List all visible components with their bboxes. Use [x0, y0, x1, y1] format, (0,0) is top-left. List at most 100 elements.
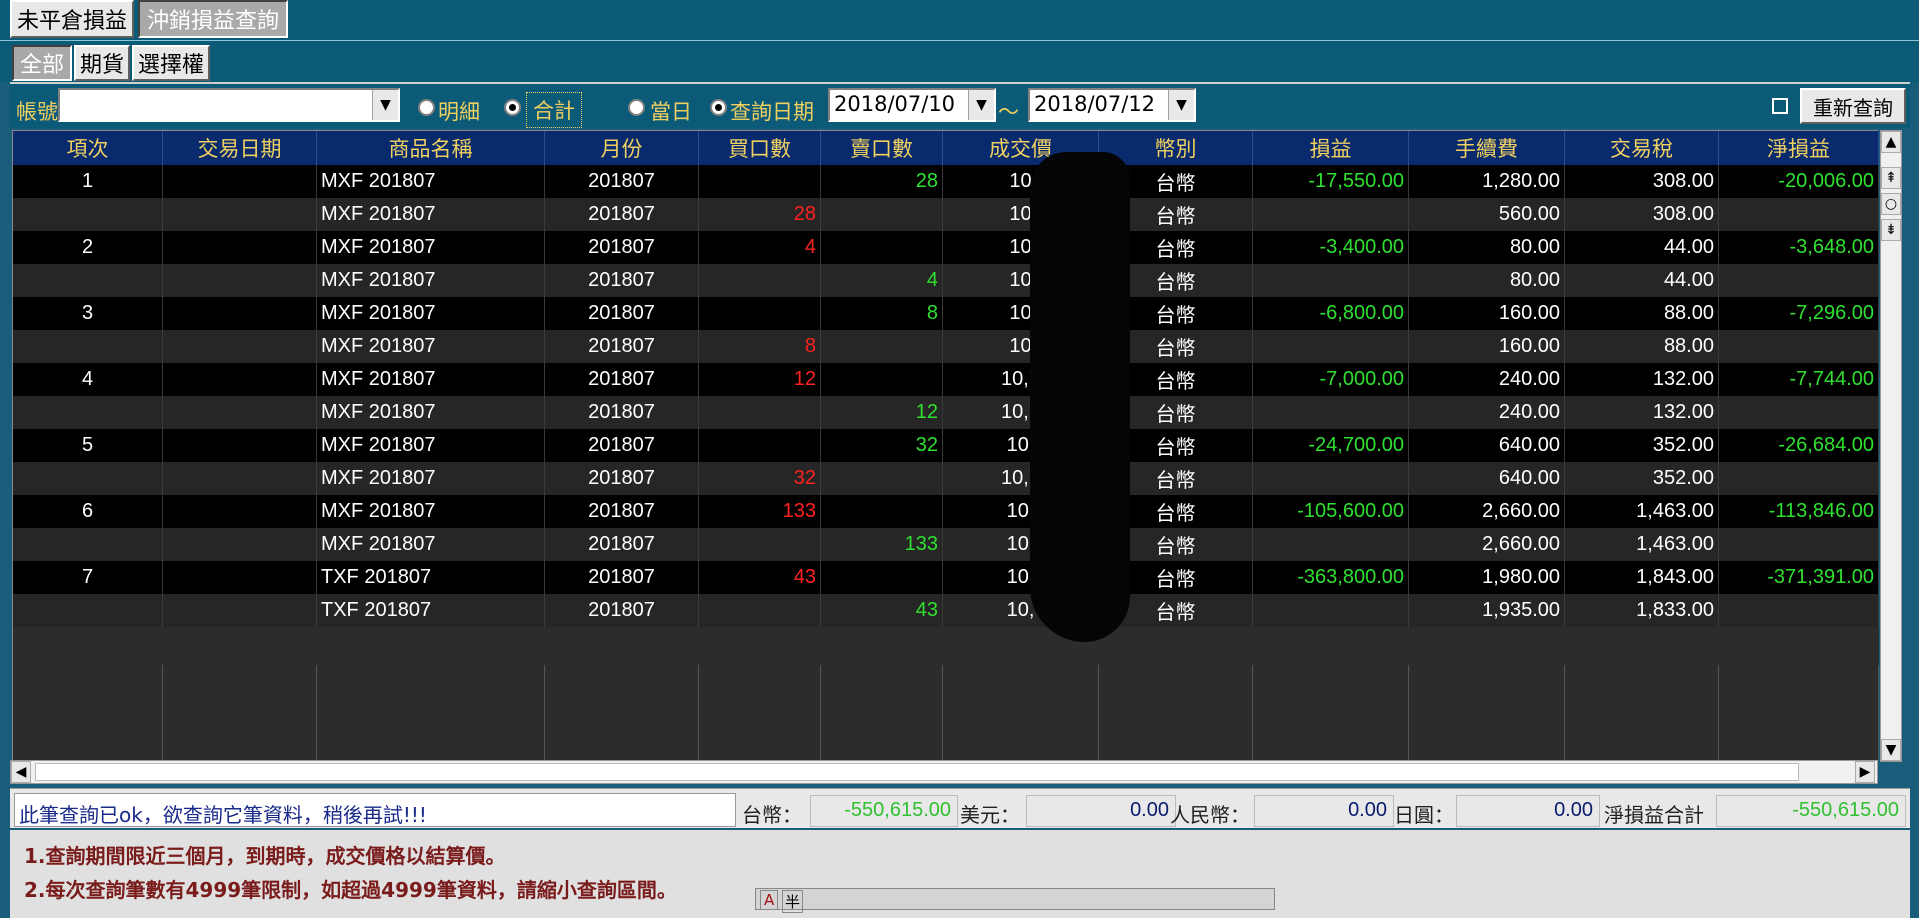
col-header-sell-qty[interactable]: 賣口數 — [821, 131, 943, 165]
table-row[interactable]: MXF 201807 201807 28 10 台幣 560.00 308.00 — [13, 198, 1879, 231]
account-select[interactable]: ▼ — [58, 88, 400, 122]
radio-today-label: 當日 — [650, 100, 692, 124]
cell-sell-qty: 28 — [821, 165, 943, 198]
date-to-field[interactable]: 2018/07/12 ▼ — [1028, 88, 1196, 122]
radio-today[interactable] — [628, 99, 645, 116]
cell-buy-qty: 12 — [699, 363, 821, 396]
cell-fee: 1,280.00 — [1409, 165, 1565, 198]
horizontal-scroll-thumb[interactable] — [35, 763, 1799, 781]
tab-options[interactable]: 選擇權 — [132, 45, 210, 81]
status-message: 此筆查詢已ok，欲查詢它筆資料，稍後再試!!! — [14, 793, 736, 827]
date-from-field[interactable]: 2018/07/10 ▼ — [828, 88, 996, 122]
empty-column — [1719, 665, 1879, 761]
empty-column — [699, 665, 821, 761]
cell-item-no — [13, 462, 163, 495]
cell-net-pl — [1719, 462, 1879, 495]
table-row[interactable]: MXF 201807 201807 12 10,7 台幣 240.00 132.00 — [13, 396, 1879, 429]
col-header-contract-month[interactable]: 月份 — [545, 131, 699, 165]
cell-tax: 1,463.00 — [1565, 528, 1719, 561]
account-label: 帳號 — [16, 100, 58, 124]
table-row[interactable]: 3 MXF 201807 201807 8 10 台幣 -6,800.00 160.00 88.… — [13, 297, 1879, 330]
cell-contract-month: 201807 — [545, 561, 699, 594]
table-row[interactable]: MXF 201807 201807 4 10 台幣 80.00 44.00 — [13, 264, 1879, 297]
cell-fee: 1,980.00 — [1409, 561, 1565, 594]
twd-label: 台幣： — [742, 803, 802, 827]
cell-profit-loss — [1253, 330, 1409, 363]
scroll-down-icon[interactable]: ▼ — [1881, 739, 1901, 761]
cell-fee: 160.00 — [1409, 297, 1565, 330]
table-row[interactable]: 1 MXF 201807 201807 28 10 台幣 -17,550.00 1,280.0… — [13, 165, 1879, 198]
note-2: 2.每次查詢筆數有4999筆限制，如超過4999筆資料，請縮小查詢區間。 — [24, 878, 677, 902]
ime-mode[interactable]: A — [760, 890, 779, 910]
radio-total-label: 合計 — [526, 92, 582, 128]
col-header-item-no[interactable]: 項次 — [13, 131, 163, 165]
col-header-trade-date[interactable]: 交易日期 — [163, 131, 317, 165]
rmb-total: 0.00 — [1254, 795, 1394, 827]
radio-query-date[interactable] — [710, 99, 727, 116]
radio-total[interactable] — [504, 99, 521, 116]
cell-buy-qty — [699, 396, 821, 429]
cell-tax: 352.00 — [1565, 462, 1719, 495]
cell-trade-date — [163, 396, 317, 429]
table-row[interactable]: MXF 201807 201807 133 10, 台幣 2,660.00 1,463.00 — [13, 528, 1879, 561]
table-row[interactable]: MXF 201807 201807 8 10 台幣 160.00 88.00 — [13, 330, 1879, 363]
cell-tax: 352.00 — [1565, 429, 1719, 462]
col-header-profit-loss[interactable]: 損益 — [1253, 131, 1409, 165]
cell-item-no — [13, 198, 163, 231]
tab-open-position-pl[interactable]: 未平倉損益 — [10, 0, 134, 38]
cell-contract-month: 201807 — [545, 396, 699, 429]
horizontal-scrollbar[interactable]: ◀ ▶ — [10, 760, 1878, 784]
cell-fee: 560.00 — [1409, 198, 1565, 231]
tab-offset-pl-query[interactable]: 沖銷損益查詢 — [138, 0, 288, 38]
ime-half-width[interactable]: 半 — [782, 890, 804, 913]
tab-all[interactable]: 全部 — [12, 45, 72, 81]
table-row[interactable]: 7 TXF 201807 201807 43 10, 台幣 -363,800.00 1,980… — [13, 561, 1879, 594]
usd-label: 美元： — [960, 803, 1020, 827]
chevron-down-icon[interactable]: ▼ — [1168, 90, 1194, 120]
table-header: 項次 交易日期 商品名稱 月份 買口數 賣口數 成交價 幣別 損益 手續費 交易稅 淨損益 — [13, 131, 1879, 165]
col-header-product-name[interactable]: 商品名稱 — [317, 131, 545, 165]
scroll-up-icon[interactable]: ▲ — [1881, 131, 1901, 153]
cell-buy-qty: 32 — [699, 462, 821, 495]
twd-total: -550,615.00 — [810, 795, 958, 827]
table-row[interactable]: TXF 201807 201807 43 10, 台幣 1,935.00 1,833.00 — [13, 594, 1879, 627]
cell-tax: 132.00 — [1565, 363, 1719, 396]
col-header-net-pl[interactable]: 淨損益 — [1719, 131, 1879, 165]
cell-buy-qty — [699, 429, 821, 462]
cell-buy-qty: 133 — [699, 495, 821, 528]
radio-detail[interactable] — [418, 99, 435, 116]
vertical-scrollbar[interactable]: ▲ ⇞ ○ ⇟ ▼ — [1880, 130, 1902, 762]
top-tab-strip: 未平倉損益 沖銷損益查詢 — [0, 0, 1919, 40]
empty-column — [1099, 665, 1253, 761]
cell-product-name: MXF 201807 — [317, 330, 545, 363]
cell-product-name: MXF 201807 — [317, 165, 545, 198]
cell-item-no — [13, 264, 163, 297]
tab-futures[interactable]: 期貨 — [74, 45, 130, 81]
scroll-left-icon[interactable]: ◀ — [11, 761, 31, 783]
cell-profit-loss: -24,700.00 — [1253, 429, 1409, 462]
col-header-buy-qty[interactable]: 買口數 — [699, 131, 821, 165]
scroll-right-icon[interactable]: ▶ — [1855, 761, 1875, 783]
chevron-down-icon[interactable]: ▼ — [372, 90, 398, 120]
col-header-fee[interactable]: 手續費 — [1409, 131, 1565, 165]
table-row[interactable]: 5 MXF 201807 201807 32 10, 台幣 -24,700.00 640.00… — [13, 429, 1879, 462]
scroll-down-fast-icon[interactable]: ⇟ — [1881, 219, 1901, 241]
requery-button[interactable]: 重新查詢 — [1800, 88, 1906, 124]
table-row[interactable]: 2 MXF 201807 201807 4 10 台幣 -3,400.00 80.00 44.0… — [13, 231, 1879, 264]
cell-tax: 1,463.00 — [1565, 495, 1719, 528]
scroll-position-icon[interactable]: ○ — [1881, 193, 1901, 215]
col-header-tax[interactable]: 交易稅 — [1565, 131, 1719, 165]
cell-buy-qty: 28 — [699, 198, 821, 231]
scroll-up-fast-icon[interactable]: ⇞ — [1881, 167, 1901, 189]
chevron-down-icon[interactable]: ▼ — [968, 90, 994, 120]
cell-item-no: 1 — [13, 165, 163, 198]
table-row[interactable]: 6 MXF 201807 201807 133 10, 台幣 -105,600.00 2,66… — [13, 495, 1879, 528]
cell-tax: 308.00 — [1565, 198, 1719, 231]
cell-net-pl — [1719, 594, 1879, 627]
cell-sell-qty: 8 — [821, 297, 943, 330]
date-from-value: 2018/07/10 — [834, 92, 956, 116]
table-row[interactable]: MXF 201807 201807 32 10,7 台幣 640.00 352.00 — [13, 462, 1879, 495]
cell-contract-month: 201807 — [545, 462, 699, 495]
restore-icon[interactable] — [1772, 98, 1788, 114]
table-row[interactable]: 4 MXF 201807 201807 12 10,7 台幣 -7,000.00 240.00… — [13, 363, 1879, 396]
